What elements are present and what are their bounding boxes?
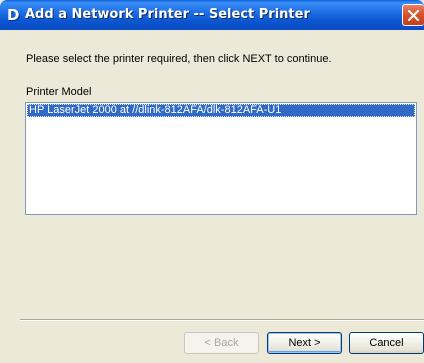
separator <box>20 319 424 321</box>
list-item[interactable]: HP LaserJet 2000 at //dlink-812AFA/dlk-8… <box>27 104 415 117</box>
next-button[interactable]: Next > <box>267 332 342 354</box>
printer-model-list[interactable]: HP LaserJet 2000 at //dlink-812AFA/dlk-8… <box>25 102 417 215</box>
close-icon <box>408 10 419 21</box>
dialog-body: Please select the printer required, then… <box>0 30 424 363</box>
instruction-text: Please select the printer required, then… <box>26 53 332 65</box>
close-button[interactable] <box>402 4 424 26</box>
window-title: Add a Network Printer -- Select Printer <box>25 7 310 22</box>
printer-item-label: HP LaserJet 2000 at //dlink-812AFA/dlk-8… <box>29 104 282 116</box>
dialog-window: D Add a Network Printer -- Select Printe… <box>0 0 424 363</box>
cancel-button[interactable]: Cancel <box>349 332 424 354</box>
back-button[interactable]: < Back <box>184 332 259 354</box>
dlink-logo-icon: D <box>7 6 20 24</box>
title-bar[interactable]: D Add a Network Printer -- Select Printe… <box>0 0 424 30</box>
printer-model-label: Printer Model <box>26 86 92 98</box>
